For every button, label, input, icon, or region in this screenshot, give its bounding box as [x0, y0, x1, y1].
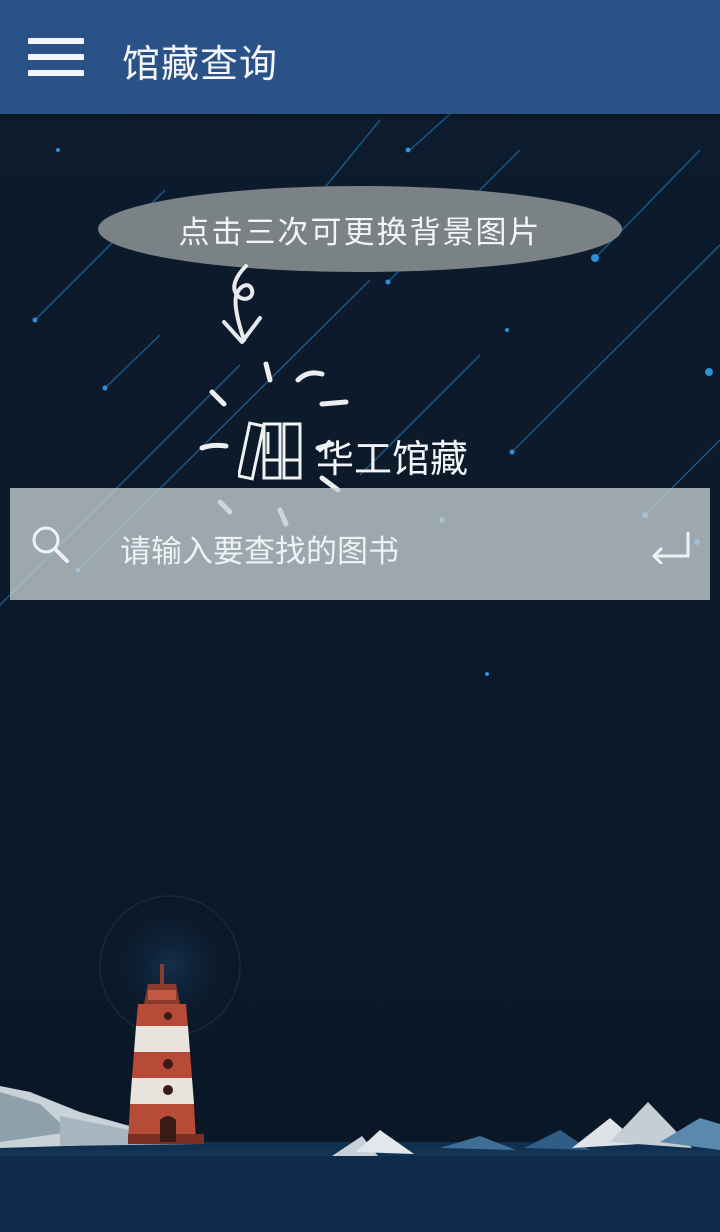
menu-line: [28, 54, 84, 60]
page-title: 馆藏查询: [122, 42, 279, 86]
hand-drawn-arrow-icon: [208, 262, 278, 354]
brand-label: 华工馆藏: [316, 437, 469, 481]
change-background-hint-bubble: 点击三次可更换背景图片: [98, 186, 622, 272]
lighthouse-scene-illustration: [0, 880, 720, 1232]
menu-line: [28, 70, 84, 76]
search-input[interactable]: 请输入要查找的图书: [120, 526, 399, 571]
app-bar: 馆藏查询: [0, 0, 720, 114]
search-icon[interactable]: [30, 524, 70, 564]
enter-return-icon[interactable]: [650, 530, 692, 564]
hamburger-menu-icon[interactable]: [18, 27, 92, 87]
hint-text: 点击三次可更换背景图片: [178, 214, 542, 251]
menu-line: [28, 38, 84, 44]
books-icon: [238, 420, 304, 482]
